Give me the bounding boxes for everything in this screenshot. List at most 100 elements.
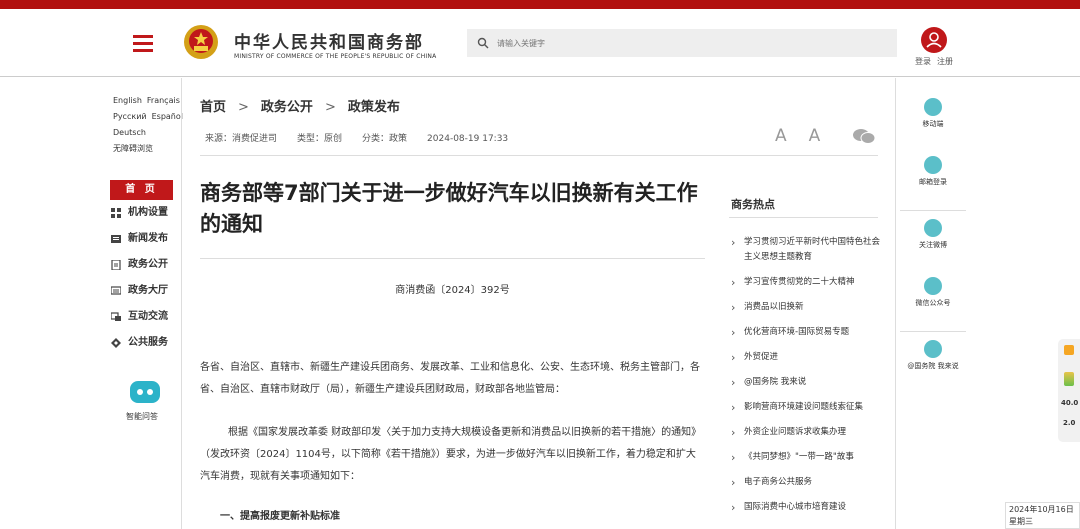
robot-icon[interactable] [130,381,160,403]
divider [200,258,705,259]
divider [729,217,878,218]
home-button[interactable]: 首 页 [110,180,173,200]
font-decrease-button[interactable]: A [809,126,821,146]
hot-topic-link[interactable]: 外资企业问题诉求收集办理 [731,425,881,440]
font-increase-button[interactable]: A [775,126,787,146]
tool-label: 邮箱登录 [919,178,947,186]
email-link[interactable]: 邮箱登录 [900,156,966,206]
search-input[interactable] [497,29,887,57]
lang-russian[interactable]: Русский [113,112,147,121]
top-red-bar [0,0,1080,9]
clock-date: 2024年10月16日 [1009,505,1074,514]
tool-label: @国务院 我来说 [907,362,959,370]
lang-french[interactable]: Français [147,96,180,105]
hot-topic-link[interactable]: 国际消费中心城市培育建设 [731,500,881,515]
hot-topic-link[interactable]: 优化营商环境-国际贸易专题 [731,325,881,340]
hot-topic-link[interactable]: 《共同梦想》"一带一路"故事 [731,450,881,465]
hot-topic-link[interactable]: 影响营商环境建设问题线索征集 [731,400,881,415]
chat-icon [111,312,121,321]
lang-spanish[interactable]: Español [152,112,183,121]
search-bar[interactable] [467,29,897,57]
nav-item-label: 机构设置 [128,207,168,218]
grid-icon [111,208,121,218]
nav-item-label: 公共服务 [128,337,168,348]
divider [900,210,966,211]
assistant-label[interactable]: 智能问答 [126,411,158,422]
left-nav: 首 页 机构设置 新闻发布 政务公开 政务大厅 互动交流 公共服务 [110,180,173,356]
speed-value: 2.0 [1063,419,1076,427]
wechat-share-icon[interactable] [853,128,875,144]
list-icon [111,286,121,295]
hot-topic-link[interactable]: 外贸促进 [731,350,881,365]
right-toolbar: 移动端 邮箱登录 关注微博 微信公众号 @国务院 我来说 [900,90,966,390]
nav-item-news[interactable]: 新闻发布 [110,226,173,252]
hot-topic-link[interactable]: @国务院 我来说 [731,375,881,390]
divider-left [181,78,182,529]
nav-item-label: 新闻发布 [128,233,168,244]
breadcrumb: 首页 > 政务公开 > 政策发布 [200,96,400,115]
hot-topic-link[interactable]: 电子商务公共服务 [731,475,881,490]
floating-speed-widget[interactable]: 40.0 2.0 [1058,339,1080,442]
site-header: 中华人民共和国商务部 MINISTRY OF COMMERCE OF THE P… [0,9,1080,77]
meta-source: 来源：消费促进司 [205,134,278,144]
weibo-link[interactable]: 关注微博 [900,219,966,269]
wechat-icon [924,277,942,295]
mobile-link[interactable]: 移动端 [900,98,966,148]
national-emblem-logo[interactable] [183,23,219,61]
article-paragraph: 根据《国家发展改革委 财政部印发〈关于加力支持大规模设备更新和消费品以旧换新的若… [200,427,702,482]
document-number: 商消费函〔2024〕392号 [395,285,510,296]
divider [900,331,966,332]
nav-item-org[interactable]: 机构设置 [110,200,173,226]
breadcrumb-home[interactable]: 首页 [200,100,226,115]
clock-weekday: 星期三 [1009,517,1033,526]
nav-item-public-service[interactable]: 公共服务 [110,330,173,356]
breadcrumb-open-gov[interactable]: 政务公开 [261,100,313,115]
divider-right [895,78,896,529]
article-meta: 来源：消费促进司 类型：原创 分类：政策 2024-08-19 17:33 [205,131,528,144]
site-name-cn[interactable]: 中华人民共和国商务部 [234,28,424,53]
weibo-icon [924,219,942,237]
lang-english[interactable]: English [113,96,142,105]
nav-item-label: 政务公开 [128,259,168,270]
meta-datetime: 2024-08-19 17:33 [427,134,509,144]
article-paragraph: 各省、自治区、直辖市、新疆生产建设兵团商务、发展改革、工业和信息化、公安、生态环… [200,362,700,395]
tool-label: 微信公众号 [915,299,951,307]
site-name-en: MINISTRY OF COMMERCE OF THE PEOPLE'S REP… [234,53,437,60]
at-icon [924,340,942,358]
nav-item-label: 互动交流 [128,311,168,322]
article-tools: AA [775,126,875,146]
accessibility-link[interactable]: 无障碍浏览 [113,144,153,153]
language-links: English Français Русский Español Deutsch 无… [113,93,183,157]
news-icon [111,235,121,243]
chevron-right-icon: > [324,100,336,115]
state-council-link[interactable]: @国务院 我来说 [900,340,966,390]
notification-icon [1064,345,1074,355]
wechat-link[interactable]: 微信公众号 [900,277,966,327]
meter-icon [1064,372,1074,386]
user-links: 登录 注册 [915,56,959,67]
hot-topic-link[interactable]: 学习宣传贯彻党的二十大精神 [731,275,881,290]
nav-item-label: 政务大厅 [128,285,168,296]
nav-item-open-gov[interactable]: 政务公开 [110,252,173,278]
meta-type: 类型：原创 [297,134,343,144]
nav-item-service-hall[interactable]: 政务大厅 [110,278,173,304]
user-icon[interactable] [921,27,947,53]
divider [200,155,878,156]
menu-icon[interactable] [133,35,153,52]
hot-topics-list: 学习贯彻习近平新时代中国特色社会主义思想主题教育 学习宣传贯彻党的二十大精神 消… [731,235,881,525]
hot-topic-link[interactable]: 消费品以旧换新 [731,300,881,315]
lang-german[interactable]: Deutsch [113,128,146,137]
nav-item-interaction[interactable]: 互动交流 [110,304,173,330]
speed-value: 40.0 [1061,399,1079,407]
login-link[interactable]: 登录 [915,57,931,66]
taskbar-clock[interactable]: 2024年10月16日 星期三 [1005,502,1080,529]
meta-category: 分类：政策 [362,134,408,144]
hot-topic-link[interactable]: 学习贯彻习近平新时代中国特色社会主义思想主题教育 [731,235,881,265]
mobile-icon [924,98,942,116]
breadcrumb-policy[interactable]: 政策发布 [348,100,400,115]
search-icon[interactable] [477,37,489,49]
mail-icon [924,156,942,174]
hot-topics-title: 商务热点 [731,198,775,211]
chevron-right-icon: > [238,100,249,115]
register-link[interactable]: 注册 [937,57,953,66]
